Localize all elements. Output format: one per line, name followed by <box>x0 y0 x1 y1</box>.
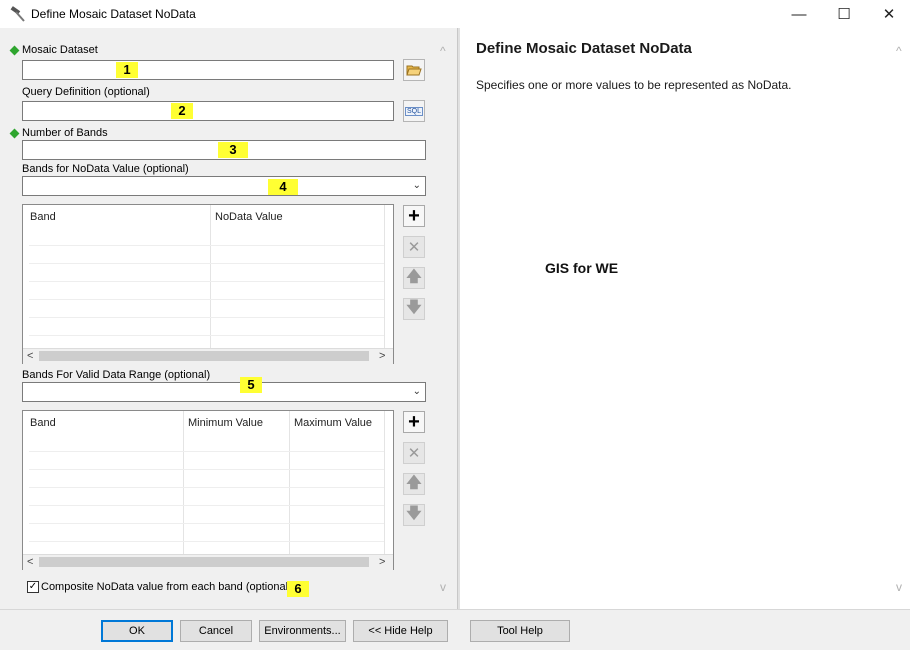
horizontal-scrollbar[interactable]: < > <box>23 348 393 364</box>
remove-row-button[interactable]: ✕ <box>403 442 425 464</box>
maximize-button[interactable]: ☐ <box>821 0 867 28</box>
move-down-button[interactable]: 🡇 <box>403 298 425 320</box>
valid-range-table[interactable]: Band Minimum Value Maximum Value < > <box>22 410 394 570</box>
query-definition-input[interactable] <box>22 101 394 121</box>
annotation-marker-1: 1 <box>116 62 138 78</box>
bands-nodata-dropdown[interactable]: ⌄ <box>22 176 426 196</box>
add-row-button[interactable]: + <box>403 411 425 433</box>
chevron-down-icon: ⌄ <box>412 180 421 191</box>
hammer-icon <box>10 6 25 22</box>
sql-button[interactable]: SQL <box>403 100 425 122</box>
composite-checkbox[interactable]: ✓ <box>27 581 39 593</box>
column-header-nodata-value: NoData Value <box>215 211 283 223</box>
composite-label: Composite NoData value from each band (o… <box>41 581 292 593</box>
move-up-button[interactable]: 🡅 <box>403 267 425 289</box>
window-title: Define Mosaic Dataset NoData <box>31 7 196 21</box>
number-of-bands-label: Number of Bands <box>22 127 108 139</box>
chevron-down-icon: ⌄ <box>412 386 421 397</box>
ok-button[interactable]: OK <box>101 620 173 642</box>
minimize-button[interactable]: — <box>776 0 822 28</box>
column-header-band: Band <box>30 211 56 223</box>
mosaic-dataset-input[interactable] <box>22 60 394 80</box>
close-button[interactable]: ✕ <box>866 0 910 28</box>
hide-help-button[interactable]: << Hide Help <box>353 620 448 642</box>
help-panel <box>460 28 910 609</box>
horizontal-scrollbar[interactable]: < > <box>23 554 393 570</box>
mosaic-dataset-label: Mosaic Dataset <box>22 44 98 56</box>
bands-valid-range-label: Bands For Valid Data Range (optional) <box>22 369 211 381</box>
scroll-up-icon[interactable]: ^ <box>896 44 902 58</box>
add-row-button[interactable]: + <box>403 205 425 227</box>
column-header-maximum-value: Maximum Value <box>294 417 373 429</box>
move-up-button[interactable]: 🡅 <box>403 473 425 495</box>
annotation-marker-6: 6 <box>287 581 309 597</box>
help-title: Define Mosaic Dataset NoData <box>476 40 692 57</box>
cancel-button[interactable]: Cancel <box>180 620 252 642</box>
scroll-left-icon[interactable]: < <box>27 555 33 570</box>
nodata-values-table[interactable]: Band NoData Value < > <box>22 204 394 364</box>
scrollbar-thumb[interactable] <box>39 351 369 361</box>
move-down-button[interactable]: 🡇 <box>403 504 425 526</box>
scroll-up-icon[interactable]: ^ <box>440 44 446 58</box>
scroll-down-icon[interactable]: v <box>896 580 902 594</box>
browse-button[interactable] <box>403 59 425 81</box>
annotation-marker-3: 3 <box>218 142 248 158</box>
scroll-right-icon[interactable]: > <box>379 349 385 364</box>
scroll-left-icon[interactable]: < <box>27 349 33 364</box>
scrollbar-thumb[interactable] <box>39 557 369 567</box>
column-header-band: Band <box>30 417 56 429</box>
sql-icon: SQL <box>404 106 423 116</box>
column-header-minimum-value: Minimum Value <box>188 417 263 429</box>
annotation-marker-2: 2 <box>171 103 193 119</box>
watermark-text: GIS for WE <box>545 260 619 276</box>
folder-open-icon <box>406 65 422 76</box>
annotation-marker-5: 5 <box>240 377 262 393</box>
annotation-marker-4: 4 <box>268 179 298 195</box>
scroll-down-icon[interactable]: v <box>440 580 446 594</box>
tool-help-button[interactable]: Tool Help <box>470 620 570 642</box>
remove-row-button[interactable]: ✕ <box>403 236 425 258</box>
query-definition-label: Query Definition (optional) <box>22 86 150 98</box>
bands-nodata-label: Bands for NoData Value (optional) <box>22 163 189 175</box>
scroll-right-icon[interactable]: > <box>379 555 385 570</box>
environments-button[interactable]: Environments... <box>259 620 346 642</box>
help-description: Specifies one or more values to be repre… <box>476 78 792 92</box>
bands-valid-range-dropdown[interactable]: ⌄ <box>22 382 426 402</box>
